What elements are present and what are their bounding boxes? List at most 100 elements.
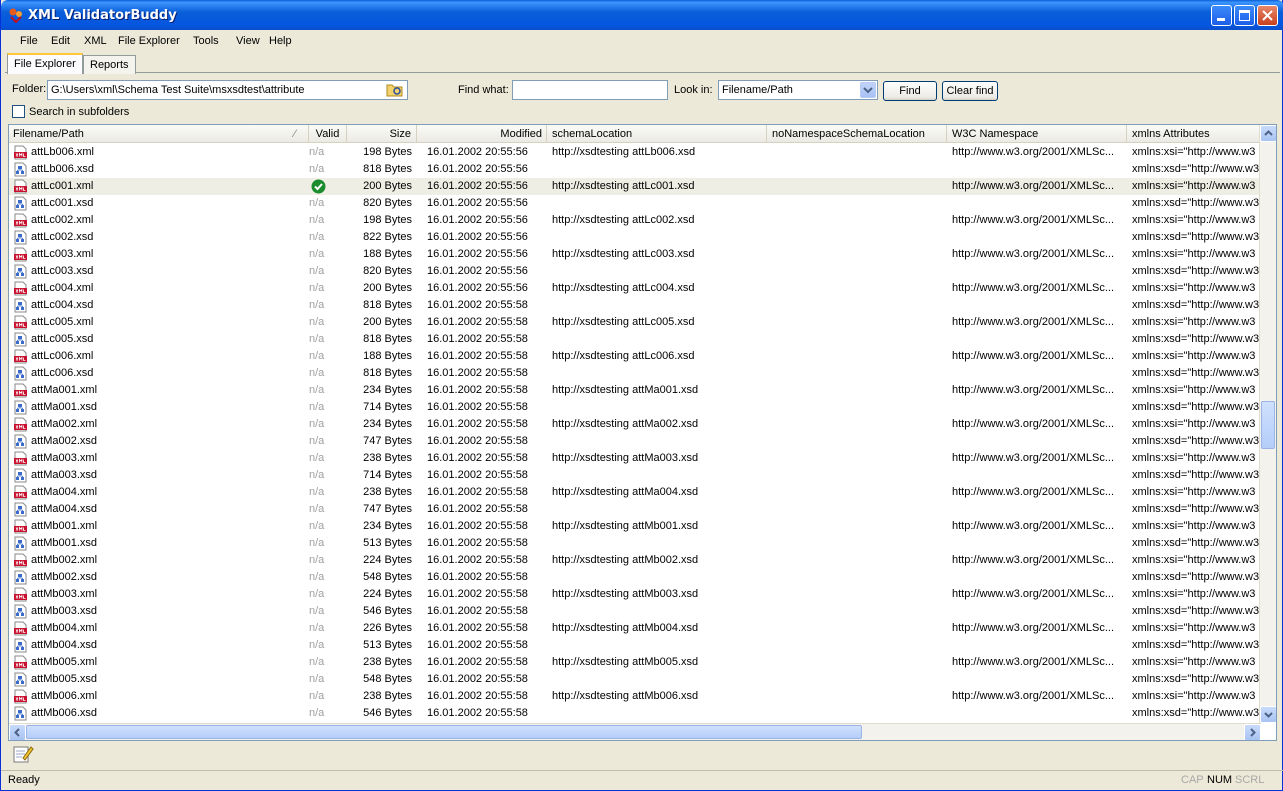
find-what-input[interactable] xyxy=(512,80,668,100)
table-row[interactable]: attLc003.xml n/a 188 Bytes 16.01.2002 20:55… xyxy=(9,246,1261,263)
table-row[interactable]: attMb003.xsd n/a 546 Bytes 16.01.2002 20:55… xyxy=(9,603,1261,620)
find-button[interactable]: Find xyxy=(883,81,937,101)
table-row[interactable]: attMb003.xml n/a 224 Bytes 16.01.2002 20:55… xyxy=(9,586,1261,603)
file-size: 820 Bytes xyxy=(363,265,412,277)
column-schema-location[interactable]: schemaLocation xyxy=(547,125,767,143)
column-no-namespace[interactable]: noNamespaceSchemaLocation xyxy=(767,125,947,143)
tab-file-explorer[interactable]: File Explorer xyxy=(7,53,83,74)
xmlns-attributes: xmlns:xsd="http://www.w3 xyxy=(1132,469,1260,481)
menu-view[interactable]: View xyxy=(236,35,260,47)
file-size: 224 Bytes xyxy=(363,588,412,600)
column-w3c-namespace[interactable]: W3C Namespace xyxy=(947,125,1127,143)
table-row[interactable]: attLc006.xsd n/a 818 Bytes 16.01.2002 20:55… xyxy=(9,365,1261,382)
table-row[interactable]: attLc001.xsd n/a 820 Bytes 16.01.2002 20:55… xyxy=(9,195,1261,212)
no-namespace-location xyxy=(772,365,947,382)
search-subfolders-checkbox[interactable] xyxy=(12,105,25,118)
xmlns-attributes: xmlns:xsd="http://www.w3 xyxy=(1132,163,1260,175)
no-namespace-location xyxy=(772,144,947,161)
schema-location: http://xsdtesting attLc002.xsd xyxy=(552,214,695,226)
table-row[interactable]: attLc003.xsd n/a 820 Bytes 16.01.2002 20:55… xyxy=(9,263,1261,280)
file-modified: 16.01.2002 20:55:58 xyxy=(427,605,528,617)
file-size: 234 Bytes xyxy=(363,418,412,430)
table-row[interactable]: attMb006.xml n/a 238 Bytes 16.01.2002 20:55… xyxy=(9,688,1261,705)
table-row[interactable]: attLc004.xml n/a 200 Bytes 16.01.2002 20:55… xyxy=(9,280,1261,297)
vertical-scrollbar[interactable] xyxy=(1259,125,1276,723)
schema-location xyxy=(552,195,764,212)
folder-path-field[interactable]: G:\Users\xml\Schema Test Suite\msxsdtest… xyxy=(47,80,408,100)
schema-location xyxy=(552,229,764,246)
column-xmlns[interactable]: xmlns Attributes xyxy=(1127,125,1261,143)
file-modified: 16.01.2002 20:55:56 xyxy=(427,163,528,175)
table-row[interactable]: attLc006.xml n/a 188 Bytes 16.01.2002 20:55… xyxy=(9,348,1261,365)
minimize-button[interactable] xyxy=(1211,5,1232,26)
table-row[interactable]: attMa002.xsd n/a 747 Bytes 16.01.2002 20:55… xyxy=(9,433,1261,450)
table-row[interactable]: attLc005.xml n/a 200 Bytes 16.01.2002 20:55… xyxy=(9,314,1261,331)
close-button[interactable] xyxy=(1257,5,1278,26)
menu-xml[interactable]: XML xyxy=(84,35,107,47)
tab-reports[interactable]: Reports xyxy=(83,55,136,74)
schema-location xyxy=(552,569,764,586)
table-row[interactable]: attLb006.xml n/a 198 Bytes 16.01.2002 20:55… xyxy=(9,144,1261,161)
file-name: attMb005.xsd xyxy=(31,673,98,685)
file-modified: 16.01.2002 20:55:58 xyxy=(427,656,528,668)
vertical-scroll-thumb[interactable] xyxy=(1261,401,1275,449)
table-row[interactable]: attMa001.xsd n/a 714 Bytes 16.01.2002 20:55… xyxy=(9,399,1261,416)
table-row[interactable]: attLc002.xml n/a 198 Bytes 16.01.2002 20:55… xyxy=(9,212,1261,229)
schema-location xyxy=(552,535,764,552)
maximize-button[interactable] xyxy=(1234,5,1255,26)
table-row[interactable]: attMa003.xml n/a 238 Bytes 16.01.2002 20:55… xyxy=(9,450,1261,467)
file-size: 822 Bytes xyxy=(363,231,412,243)
scroll-left-button[interactable] xyxy=(9,724,26,740)
table-row[interactable]: attMa004.xml n/a 238 Bytes 16.01.2002 20:55… xyxy=(9,484,1261,501)
table-row[interactable]: attMb002.xml n/a 224 Bytes 16.01.2002 20:55… xyxy=(9,552,1261,569)
schema-location xyxy=(552,637,764,654)
table-row[interactable]: attMa002.xml n/a 234 Bytes 16.01.2002 20:55… xyxy=(9,416,1261,433)
valid-status: n/a xyxy=(309,520,325,532)
edit-note-icon[interactable] xyxy=(12,744,34,764)
table-row[interactable]: attMa003.xsd n/a 714 Bytes 16.01.2002 20:55… xyxy=(9,467,1261,484)
scroll-right-button[interactable] xyxy=(1244,724,1261,740)
xml-file-icon xyxy=(14,383,27,398)
table-row[interactable]: attMb004.xml n/a 226 Bytes 16.01.2002 20:55… xyxy=(9,620,1261,637)
horizontal-scroll-thumb[interactable] xyxy=(26,725,862,739)
menu-file[interactable]: File xyxy=(20,35,38,47)
column-modified[interactable]: Modified xyxy=(417,125,547,143)
table-row[interactable]: attLc001.xml 200 Bytes 16.01.2002 20:55:56… xyxy=(9,178,1261,195)
valid-status: n/a xyxy=(309,299,325,311)
table-row[interactable]: attMb001.xsd n/a 513 Bytes 16.01.2002 20:55… xyxy=(9,535,1261,552)
file-name: attLc002.xsd xyxy=(31,231,94,243)
table-row[interactable]: attMb005.xml n/a 238 Bytes 16.01.2002 20:55… xyxy=(9,654,1261,671)
w3c-namespace xyxy=(952,433,1124,450)
horizontal-scrollbar[interactable] xyxy=(9,723,1261,740)
xmlns-attributes: xmlns:xsi="http://www.w3 xyxy=(1132,316,1256,328)
table-row[interactable]: attMb006.xsd n/a 546 Bytes 16.01.2002 20:55… xyxy=(9,705,1261,722)
folder-open-icon[interactable] xyxy=(386,82,404,98)
menu-edit[interactable]: Edit xyxy=(51,35,70,47)
menu-tools[interactable]: Tools xyxy=(193,35,219,47)
table-row[interactable]: attMa004.xsd n/a 747 Bytes 16.01.2002 20:55… xyxy=(9,501,1261,518)
table-row[interactable]: attLc002.xsd n/a 822 Bytes 16.01.2002 20:55… xyxy=(9,229,1261,246)
table-row[interactable]: attLc004.xsd n/a 818 Bytes 16.01.2002 20:55… xyxy=(9,297,1261,314)
column-filename[interactable]: Filename/Path ⁄ xyxy=(9,125,309,143)
scroll-down-button[interactable] xyxy=(1260,706,1276,723)
chevron-down-icon[interactable] xyxy=(860,82,876,98)
title-bar[interactable]: XML ValidatorBuddy xyxy=(1,0,1283,30)
column-size[interactable]: Size xyxy=(347,125,417,143)
table-row[interactable]: attMa001.xml n/a 234 Bytes 16.01.2002 20:55… xyxy=(9,382,1261,399)
table-row[interactable]: attMb002.xsd n/a 548 Bytes 16.01.2002 20:55… xyxy=(9,569,1261,586)
no-namespace-location xyxy=(772,229,947,246)
clear-find-button[interactable]: Clear find xyxy=(942,81,998,101)
menu-help[interactable]: Help xyxy=(269,35,292,47)
table-row[interactable]: attLc005.xsd n/a 818 Bytes 16.01.2002 20:55… xyxy=(9,331,1261,348)
column-valid[interactable]: Valid xyxy=(309,125,347,143)
table-row[interactable]: attMb005.xsd n/a 548 Bytes 16.01.2002 20:55… xyxy=(9,671,1261,688)
table-row[interactable]: attLb006.xsd n/a 818 Bytes 16.01.2002 20:55… xyxy=(9,161,1261,178)
table-row[interactable]: attMb001.xml n/a 234 Bytes 16.01.2002 20:55… xyxy=(9,518,1261,535)
xml-file-icon xyxy=(14,485,27,500)
file-modified: 16.01.2002 20:55:58 xyxy=(427,520,528,532)
table-row[interactable]: attMb004.xsd n/a 513 Bytes 16.01.2002 20:55… xyxy=(9,637,1261,654)
column-filename-label: Filename/Path xyxy=(13,128,84,140)
scroll-up-button[interactable] xyxy=(1260,125,1276,142)
look-in-select[interactable]: Filename/Path xyxy=(718,80,878,100)
menu-file-explorer[interactable]: File Explorer xyxy=(118,35,180,47)
